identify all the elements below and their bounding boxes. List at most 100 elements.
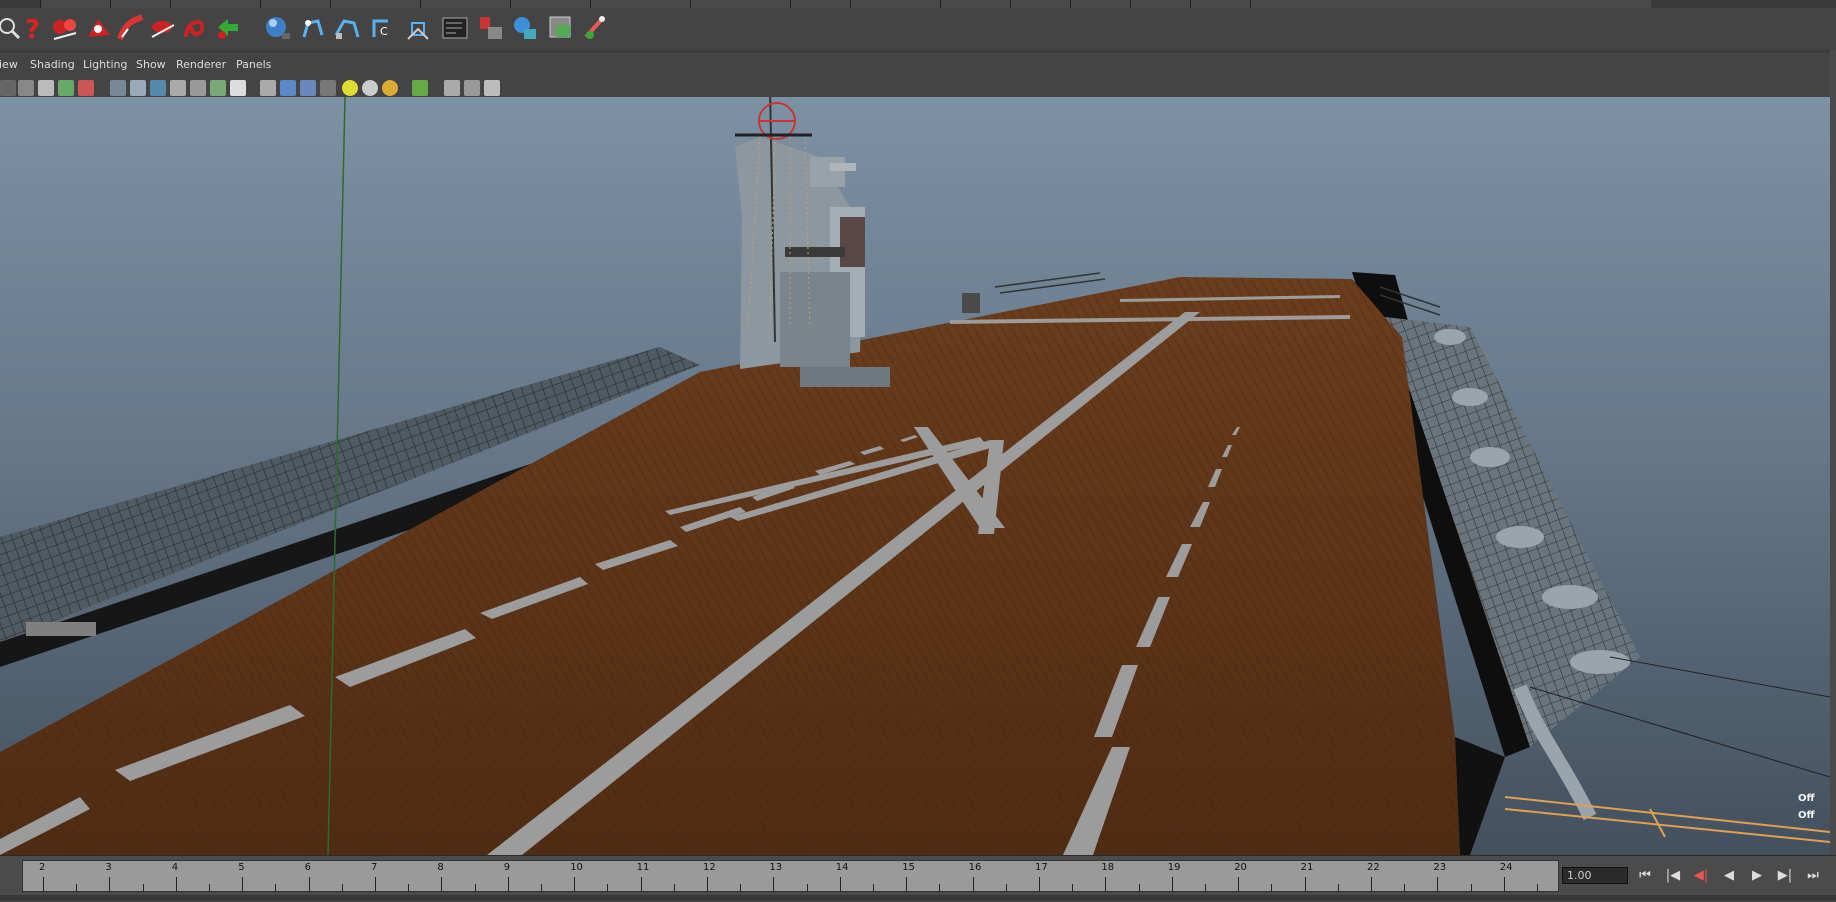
brush-icon[interactable]	[116, 13, 146, 43]
shelf-tab[interactable]	[1190, 0, 1251, 8]
menu-lighting[interactable]: Lighting	[83, 58, 127, 71]
step-forward-key-button[interactable]: ▶|	[1774, 866, 1796, 886]
sphere-icon[interactable]	[262, 13, 292, 43]
shelf-tab[interactable]	[40, 0, 111, 8]
component-xray-icon[interactable]	[484, 80, 500, 96]
shelf-tab[interactable]	[590, 0, 691, 8]
svg-text:C: C	[380, 25, 388, 38]
current-frame-field[interactable]	[1562, 867, 1628, 884]
timeline-minor-tick	[408, 884, 410, 891]
wireframe-icon[interactable]	[260, 80, 276, 96]
shelf-tab[interactable]	[1010, 0, 1071, 8]
ipr-render-icon[interactable]	[510, 13, 540, 43]
joint-icon[interactable]	[298, 13, 328, 43]
timeline-tick	[242, 877, 244, 891]
shelf-tab[interactable]	[1130, 0, 1191, 8]
timeline-label: 6	[304, 862, 311, 873]
timeline-minor-tick	[209, 884, 210, 891]
high-quality-icon[interactable]	[382, 80, 398, 96]
xray-joints-icon[interactable]	[464, 80, 480, 96]
timeline-tick	[1039, 877, 1040, 891]
play-forwards-button[interactable]: ▶	[1746, 866, 1768, 886]
cluster-icon[interactable]: C	[368, 13, 398, 43]
menu-show[interactable]: Show	[136, 58, 166, 71]
shelf-tab[interactable]	[1250, 0, 1651, 8]
timeline-label: 3	[105, 862, 112, 873]
gate-mask-icon[interactable]	[170, 80, 186, 96]
menu-view[interactable]: iew	[0, 58, 18, 71]
timeline-minor-tick	[341, 884, 343, 891]
textured-icon[interactable]	[320, 80, 336, 96]
hypershade-icon[interactable]	[580, 13, 610, 43]
bookmark-icon[interactable]	[18, 80, 34, 96]
lattice-icon[interactable]	[404, 13, 434, 43]
image-plane-icon[interactable]	[38, 80, 54, 96]
timeline-tick	[1503, 877, 1505, 891]
timeline-label: 22	[1367, 862, 1380, 873]
time-ruler[interactable]: 2 3 4 5 6 7 8 9 10 11 12 13 14 15 16 17 18 19 20 21 22 23 24	[22, 860, 1559, 892]
shelf-tab[interactable]	[1070, 0, 1131, 8]
timeline-minor-tick	[939, 884, 941, 891]
timeline-label: 19	[1167, 862, 1181, 873]
timeline-label: 7	[371, 862, 378, 873]
help-icon[interactable]: ?	[18, 13, 48, 43]
timeline-label: 8	[437, 862, 444, 873]
timeline-tick	[1238, 877, 1240, 891]
timeline-label: 14	[835, 862, 849, 873]
timeline-minor-tick	[1537, 884, 1538, 891]
grid-icon[interactable]	[110, 80, 126, 96]
timeline-label: 12	[703, 862, 716, 873]
shelf-tab[interactable]	[510, 0, 591, 8]
render-icon[interactable]	[476, 13, 506, 43]
timeline-minor-tick	[541, 884, 542, 891]
timeline-minor-tick	[1271, 884, 1273, 891]
menu-shading[interactable]: Shading	[30, 58, 75, 71]
wireframe-on-shaded-icon[interactable]	[300, 80, 316, 96]
step-back-key-button[interactable]: |◀	[1662, 866, 1684, 886]
grease-pencil-icon[interactable]	[78, 80, 94, 96]
shelf-tab[interactable]	[850, 0, 941, 8]
shelf-tab[interactable]	[260, 0, 331, 8]
smooth-shade-icon[interactable]	[280, 80, 296, 96]
play-backwards-button[interactable]: ◀	[1718, 866, 1740, 886]
resolution-gate-icon[interactable]	[150, 80, 166, 96]
timeline-minor-tick	[607, 884, 609, 891]
go-to-start-button[interactable]: ⏮	[1634, 866, 1656, 886]
camera-attributes-icon[interactable]	[0, 80, 16, 96]
shelf-tab[interactable]	[330, 0, 421, 8]
step-back-frame-button[interactable]: ◀|	[1690, 866, 1712, 886]
shelf-tab[interactable]	[940, 0, 1011, 8]
shelf-tab[interactable]	[170, 0, 261, 8]
timeline-minor-tick	[1337, 884, 1339, 891]
xray-icon[interactable]	[444, 80, 460, 96]
shelf-tab[interactable]	[790, 0, 851, 8]
shelf-tab[interactable]	[420, 0, 511, 8]
go-to-end-button[interactable]: ⏭	[1802, 866, 1824, 886]
shelf-tab[interactable]	[690, 0, 791, 8]
menu-panels[interactable]: Panels	[236, 58, 271, 71]
two-d-pan-icon[interactable]	[58, 80, 74, 96]
timeline-tick	[707, 877, 708, 891]
field-chart-icon[interactable]	[190, 80, 206, 96]
film-gate-icon[interactable]	[130, 80, 146, 96]
menu-renderer[interactable]: Renderer	[176, 58, 226, 71]
render-settings-icon[interactable]	[546, 13, 576, 43]
timeline-tick	[1371, 877, 1372, 891]
shadows-icon[interactable]	[362, 80, 378, 96]
isolate-select-icon[interactable]	[412, 80, 428, 96]
ik-handle-icon[interactable]	[332, 13, 362, 43]
default-lighting-icon[interactable]	[342, 80, 358, 96]
timeline-tick	[43, 877, 44, 891]
stroke-icon[interactable]	[148, 13, 178, 43]
sculpt-icon[interactable]	[84, 13, 114, 43]
shelf-tab[interactable]	[110, 0, 171, 8]
graph-editor-icon[interactable]	[440, 13, 470, 43]
arrow-icon[interactable]	[212, 13, 242, 43]
lasso-icon[interactable]	[180, 13, 210, 43]
safe-action-icon[interactable]	[210, 80, 226, 96]
timeline-tick	[175, 877, 177, 891]
paint-effects-icon[interactable]	[50, 13, 80, 43]
timeline-minor-tick	[142, 884, 144, 891]
perspective-viewport[interactable]: Off Off	[0, 97, 1830, 855]
safe-title-icon[interactable]	[230, 80, 246, 96]
